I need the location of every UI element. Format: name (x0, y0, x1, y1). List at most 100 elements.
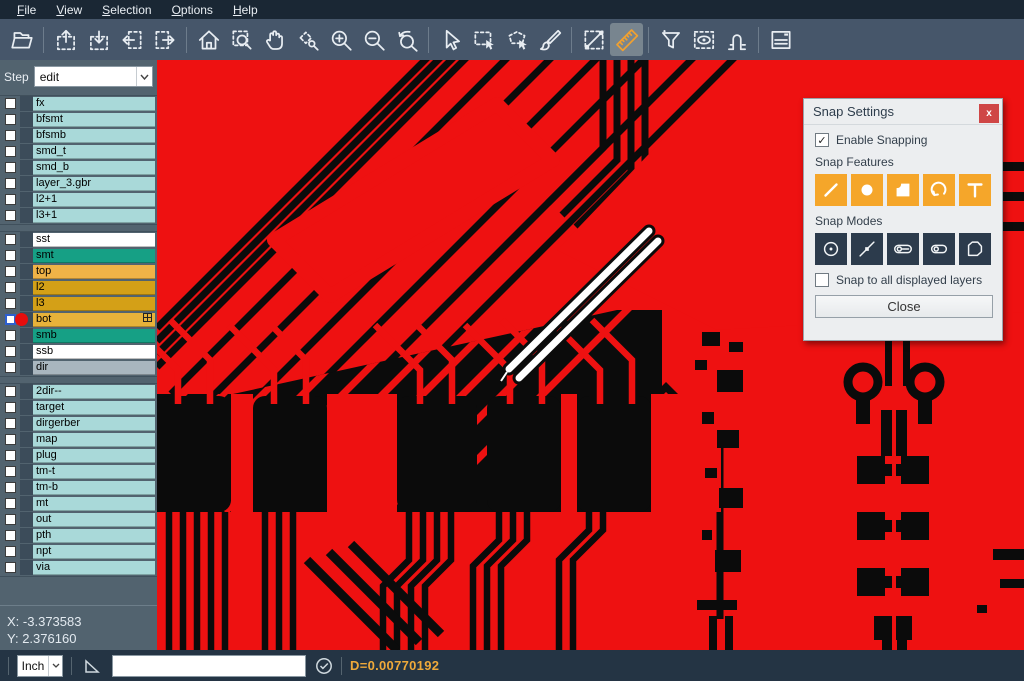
dialog-title-bar[interactable]: Snap Settings x (804, 99, 1002, 125)
layer-visibility-checkbox[interactable] (5, 530, 16, 541)
layer-visibility-checkbox[interactable] (5, 362, 16, 373)
open-folder-button[interactable] (5, 23, 38, 56)
home-view-button[interactable] (192, 23, 225, 56)
layer-name-bar[interactable]: l2 (33, 281, 155, 295)
zoom-window-button[interactable] (225, 23, 258, 56)
layer-visibility-checkbox[interactable] (5, 450, 16, 461)
filter-button[interactable] (654, 23, 687, 56)
layer-visibility-checkbox[interactable] (5, 210, 16, 221)
enable-snapping-checkbox[interactable]: ✓ (815, 133, 829, 147)
layer-visibility-checkbox[interactable] (5, 346, 16, 357)
zoom-out-button[interactable] (357, 23, 390, 56)
layer-name-bar[interactable]: l2+1 (33, 193, 155, 207)
layer-visibility-checkbox[interactable] (5, 298, 16, 309)
menu-item-options[interactable]: Options (163, 2, 222, 18)
snap-text-button[interactable] (959, 174, 991, 206)
layer-name-bar[interactable]: sst (33, 233, 155, 247)
layer-name-bar[interactable]: tm-t (33, 465, 155, 479)
layer-name-bar[interactable]: dir (33, 361, 155, 375)
menu-item-file[interactable]: File (8, 2, 45, 18)
pan-left-button[interactable] (115, 23, 148, 56)
layer-visibility-checkbox[interactable] (5, 514, 16, 525)
snap-arc-button[interactable] (923, 174, 955, 206)
layer-visibility-checkbox[interactable] (5, 482, 16, 493)
snap-contour-button[interactable] (959, 233, 991, 265)
layer-name-bar[interactable]: l3+1 (33, 209, 155, 223)
unit-select[interactable]: Inch (17, 655, 63, 677)
layer-visibility-checkbox[interactable] (5, 282, 16, 293)
layer-name-bar[interactable]: pth (33, 529, 155, 543)
pan-down-button[interactable] (82, 23, 115, 56)
snap-oblong-button[interactable] (923, 233, 955, 265)
layer-visibility-checkbox[interactable] (5, 402, 16, 413)
layer-name-bar[interactable]: tm-b (33, 481, 155, 495)
layer-visibility-checkbox[interactable] (5, 194, 16, 205)
layer-name-bar[interactable]: 2dir-- (33, 385, 155, 399)
layer-name-bar[interactable]: dirgerber (33, 417, 155, 431)
confirm-circle-icon[interactable] (315, 657, 333, 675)
snap-line-button[interactable] (815, 174, 847, 206)
layer-visibility-checkbox[interactable] (5, 178, 16, 189)
view-area-button[interactable] (687, 23, 720, 56)
layer-name-bar[interactable]: bfsmb (33, 129, 155, 143)
menu-item-selection[interactable]: Selection (93, 2, 160, 18)
layer-name-bar[interactable]: target (33, 401, 155, 415)
layer-name-bar[interactable]: layer_3.gbr (33, 177, 155, 191)
layer-name-bar[interactable]: plug (33, 449, 155, 463)
angle-measure-icon[interactable] (83, 657, 103, 675)
layer-name-bar[interactable]: top (33, 265, 155, 279)
layer-visibility-checkbox[interactable] (5, 434, 16, 445)
zoom-previous-button[interactable] (390, 23, 423, 56)
layers-panel-button[interactable] (764, 23, 797, 56)
layer-visibility-checkbox[interactable] (5, 418, 16, 429)
snap-center-button[interactable] (815, 233, 847, 265)
layer-name-bar[interactable]: out (33, 513, 155, 527)
close-button[interactable]: Close (815, 295, 993, 318)
layer-name-bar[interactable]: via (33, 561, 155, 575)
close-icon[interactable]: x (979, 104, 999, 123)
layer-name-bar[interactable]: smd_b (33, 161, 155, 175)
pan-up-button[interactable] (49, 23, 82, 56)
layer-visibility-checkbox[interactable] (5, 498, 16, 509)
layer-name-bar[interactable]: mt (33, 497, 155, 511)
step-select[interactable]: edit (34, 66, 153, 87)
layer-name-bar[interactable]: smt (33, 249, 155, 263)
measure-input[interactable] (112, 655, 306, 677)
snap-slot-button[interactable] (887, 233, 919, 265)
pan-right-button[interactable] (148, 23, 181, 56)
layer-visibility-checkbox[interactable] (5, 386, 16, 397)
zoom-in-button[interactable] (324, 23, 357, 56)
layer-visibility-checkbox[interactable] (5, 330, 16, 341)
pan-hand-button[interactable] (258, 23, 291, 56)
layer-visibility-checkbox[interactable] (5, 98, 16, 109)
layer-name-bar[interactable]: smd_t (33, 145, 155, 159)
layer-name-bar[interactable]: fx (33, 97, 155, 111)
layer-visibility-checkbox[interactable] (5, 162, 16, 173)
brush-button[interactable] (533, 23, 566, 56)
snap-all-layers-checkbox[interactable] (815, 273, 829, 287)
snap-all-layers-row[interactable]: Snap to all displayed layers (815, 273, 991, 287)
enable-snapping-row[interactable]: ✓ Enable Snapping (815, 133, 991, 147)
menu-item-help[interactable]: Help (224, 2, 267, 18)
zoom-object-button[interactable] (291, 23, 324, 56)
layer-name-bar[interactable]: bot (33, 313, 155, 327)
snap-midpoint-button[interactable] (851, 233, 883, 265)
layer-name-bar[interactable]: map (33, 433, 155, 447)
layer-name-bar[interactable]: l3 (33, 297, 155, 311)
layer-visibility-checkbox[interactable] (5, 114, 16, 125)
snap-magnet-button[interactable] (720, 23, 753, 56)
active-layer-dot[interactable] (15, 313, 28, 326)
layer-name-bar[interactable]: smb (33, 329, 155, 343)
measure-line-button[interactable] (577, 23, 610, 56)
layer-visibility-checkbox[interactable] (5, 130, 16, 141)
layer-visibility-checkbox[interactable] (5, 314, 16, 325)
layer-visibility-checkbox[interactable] (5, 146, 16, 157)
snap-surface-button[interactable] (887, 174, 919, 206)
layer-visibility-checkbox[interactable] (5, 466, 16, 477)
layer-name-bar[interactable]: npt (33, 545, 155, 559)
layer-visibility-checkbox[interactable] (5, 546, 16, 557)
ruler-button[interactable] (610, 23, 643, 56)
select-rect-button[interactable] (467, 23, 500, 56)
layer-visibility-checkbox[interactable] (5, 250, 16, 261)
layer-name-bar[interactable]: bfsmt (33, 113, 155, 127)
